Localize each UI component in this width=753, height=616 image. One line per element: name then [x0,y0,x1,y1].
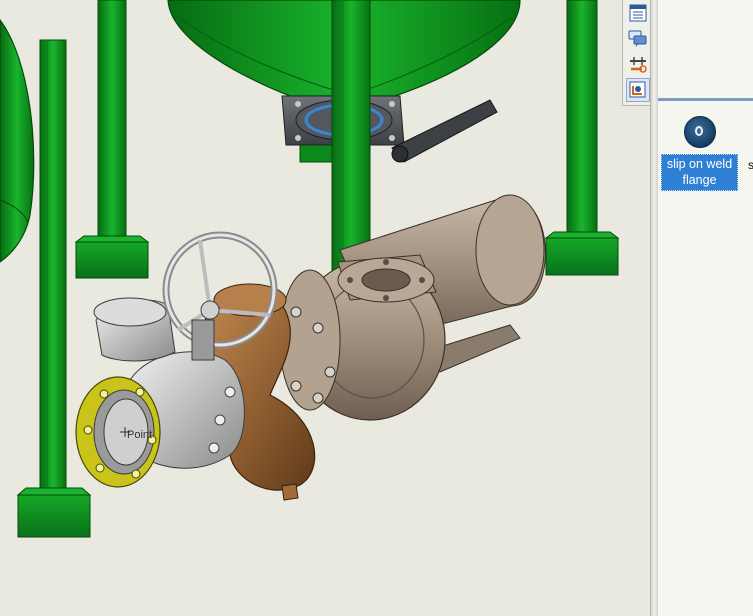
annotation-label: Point [127,429,152,441]
library-item-partial[interactable]: s [748,158,753,172]
forum-tab[interactable] [626,26,650,50]
explorer-icon [629,81,646,98]
library-item-slip-on-weld-flange[interactable]: slip on weld flange [661,116,738,191]
library-item-label: slip on weld flange [661,154,738,191]
left-tank[interactable] [0,18,35,263]
pipe-library-icon [630,57,647,73]
list-icon [629,4,647,22]
frame-leg-center[interactable] [331,0,371,271]
flange-icon [683,116,716,148]
frame-leg-right[interactable] [544,0,620,276]
file-explorer-tab[interactable] [626,78,650,102]
properties-tab[interactable] [626,1,650,25]
taskpane-tab-strip [622,0,652,106]
design-library-tab[interactable] [626,52,650,76]
3d-model-viewport[interactable]: Point [0,0,650,616]
assembly-model[interactable]: Point [0,0,650,616]
frame-leg-second[interactable] [74,0,150,279]
chat-bubbles-icon [628,30,647,47]
pump-volute[interactable] [279,254,446,421]
pane-header-rule [658,98,753,101]
design-library-pane: slip on weld flange s [658,0,753,616]
